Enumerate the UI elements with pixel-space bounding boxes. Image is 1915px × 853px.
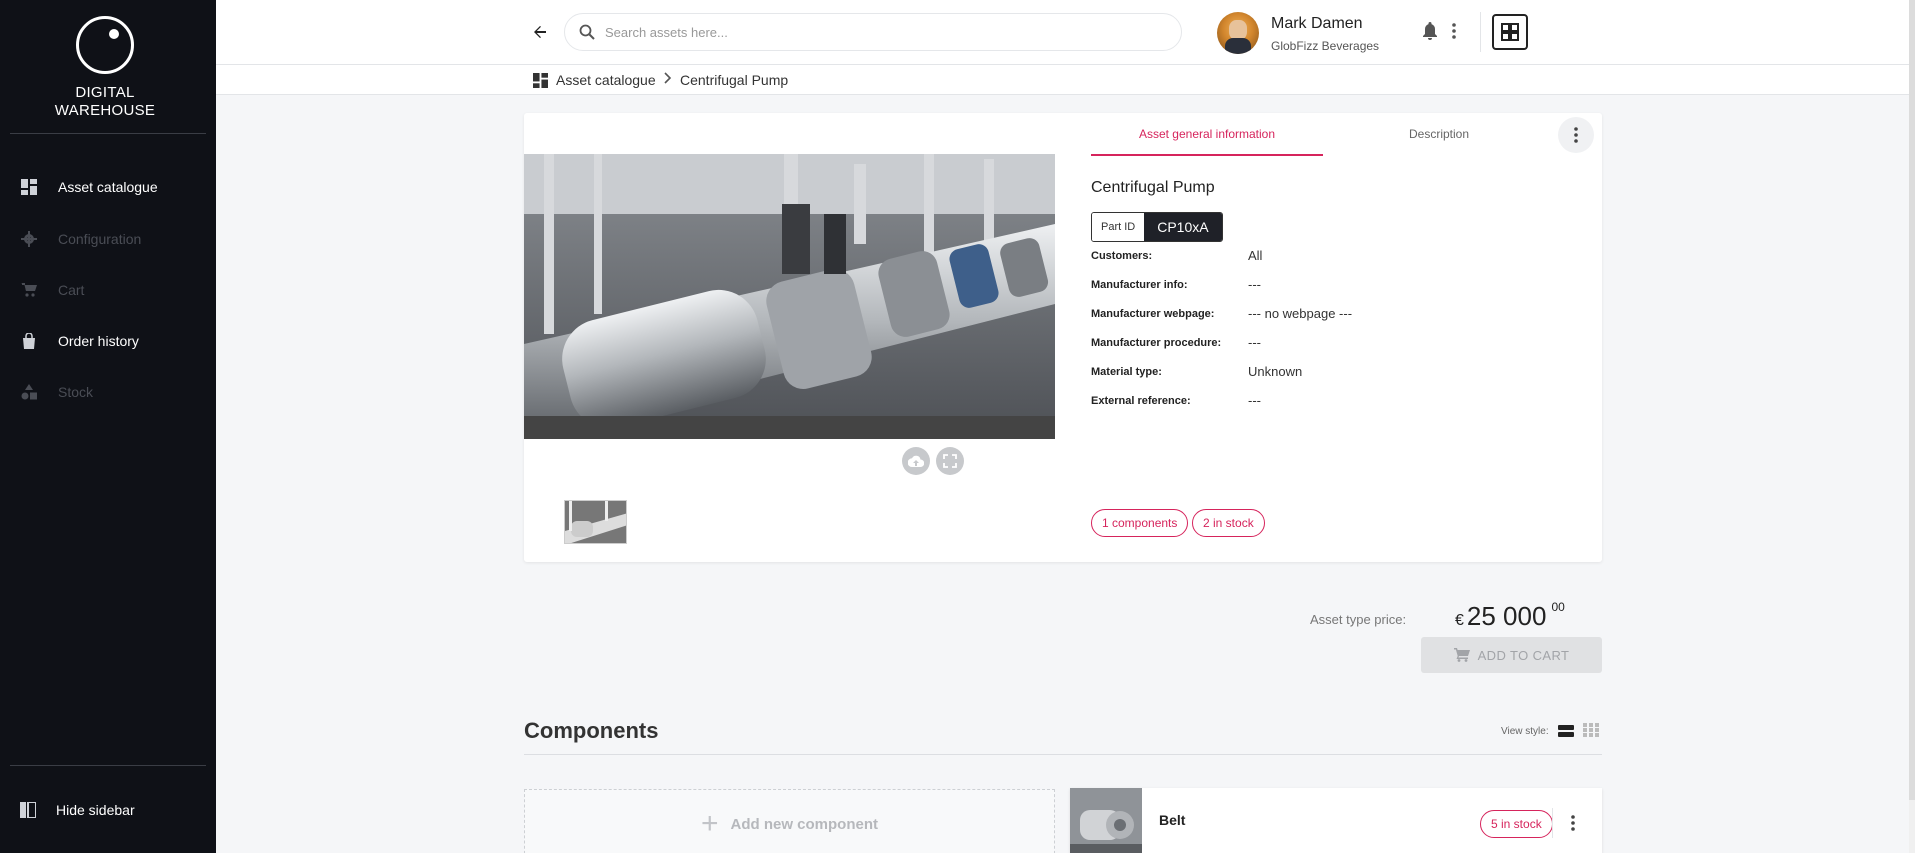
search-icon <box>579 24 595 40</box>
hide-sidebar-button[interactable]: Hide sidebar <box>20 802 135 818</box>
sidebar-divider <box>10 765 206 766</box>
back-button[interactable] <box>528 20 552 44</box>
user-name: Mark Damen <box>1271 15 1363 32</box>
component-card[interactable]: Belt 5 in stock <box>1070 788 1602 853</box>
price-label: Asset type price: <box>1310 612 1407 627</box>
bag-icon <box>20 332 38 350</box>
asset-main-image[interactable] <box>524 154 1055 439</box>
breadcrumb-current: Centrifugal Pump <box>680 72 789 88</box>
component-name: Belt <box>1159 812 1186 828</box>
topbar: Mark Damen GlobFizz Beverages <box>216 0 1915 65</box>
pump-image <box>524 154 1055 439</box>
part-id-badge: Part ID CP10xA <box>1091 212 1223 242</box>
asset-card: Asset general information Description Ce… <box>524 113 1602 562</box>
search-box[interactable] <box>564 13 1182 51</box>
breadcrumb: Asset catalogue Centrifugal Pump <box>216 65 1915 95</box>
price-value: € 25 000 00 <box>1455 600 1565 631</box>
apps-grid-button[interactable] <box>1492 14 1528 50</box>
components-count-pill[interactable]: 1 components <box>1091 509 1189 537</box>
shapes-icon <box>20 383 38 401</box>
upload-image-button[interactable] <box>902 447 930 475</box>
asset-more-button[interactable] <box>1558 117 1594 153</box>
kebab-icon <box>1574 127 1578 143</box>
gear-icon <box>20 230 38 248</box>
scrollbar-thumb[interactable] <box>1909 0 1915 800</box>
view-style-label: View style: <box>1501 726 1549 737</box>
kebab-icon <box>1571 815 1575 831</box>
cart-icon <box>20 281 38 299</box>
add-to-cart-button[interactable]: ADD TO CART <box>1421 637 1602 673</box>
sidebar-item-configuration[interactable]: Configuration <box>20 227 141 251</box>
components-title: Components <box>524 718 659 743</box>
stock-count-pill[interactable]: 2 in stock <box>1192 509 1265 537</box>
logo-text: DIGITAL WAREHOUSE <box>54 84 156 119</box>
sidebar: DIGITAL WAREHOUSE Asset catalogue Config… <box>0 0 216 853</box>
more-menu-button[interactable] <box>1451 22 1457 45</box>
sidebar-divider <box>10 133 206 134</box>
add-component-button[interactable]: + Add new component <box>524 789 1055 853</box>
bell-icon <box>1423 22 1437 40</box>
image-thumbnail[interactable] <box>564 500 627 544</box>
sidebar-item-label: Cart <box>58 282 85 298</box>
view-style-grid-button[interactable] <box>1583 723 1599 742</box>
cloud-upload-icon <box>908 455 924 467</box>
arrow-left-icon <box>534 26 546 38</box>
app-logo[interactable]: DIGITAL WAREHOUSE <box>0 16 210 120</box>
sidebar-item-order-history[interactable]: Order history <box>20 329 139 353</box>
breadcrumb-item-asset-catalogue[interactable]: Asset catalogue <box>533 72 656 88</box>
sidebar-item-asset-catalogue[interactable]: Asset catalogue <box>20 175 158 199</box>
tab-description[interactable]: Description <box>1323 113 1555 156</box>
search-input[interactable] <box>605 24 1145 40</box>
dashboard-icon <box>533 72 548 88</box>
component-more-button[interactable] <box>1570 814 1576 837</box>
topbar-separator <box>1480 12 1481 52</box>
list-view-icon <box>1558 725 1574 737</box>
fullscreen-icon <box>943 454 957 468</box>
asset-tabs: Asset general information Description <box>1091 113 1561 156</box>
logo-mark <box>76 16 134 74</box>
fullscreen-button[interactable] <box>936 447 964 475</box>
component-separator <box>1552 808 1553 838</box>
notifications-button[interactable] <box>1422 22 1438 45</box>
sidebar-item-label: Asset catalogue <box>58 179 158 195</box>
tab-asset-general-information[interactable]: Asset general information <box>1091 113 1323 156</box>
kebab-icon <box>1452 23 1456 39</box>
grid-view-icon <box>1583 723 1599 737</box>
grid-icon <box>1501 23 1519 41</box>
sidebar-toggle-icon <box>20 802 36 818</box>
asset-title: Centrifugal Pump <box>1091 179 1215 196</box>
scrollbar[interactable] <box>1909 0 1915 853</box>
sidebar-item-stock[interactable]: Stock <box>20 380 93 404</box>
sidebar-item-label: Stock <box>58 384 94 400</box>
sidebar-item-label: Configuration <box>58 231 142 247</box>
sidebar-item-cart[interactable]: Cart <box>20 278 84 302</box>
cart-icon <box>1453 648 1470 662</box>
hide-sidebar-label: Hide sidebar <box>56 802 135 818</box>
user-organization: GlobFizz Beverages <box>1271 39 1380 53</box>
view-style-list-button[interactable] <box>1558 724 1574 742</box>
avatar[interactable] <box>1217 12 1259 54</box>
components-divider <box>524 754 1602 755</box>
part-id-value: CP10xA <box>1144 213 1222 241</box>
dashboard-icon <box>20 178 38 196</box>
plus-icon: + <box>700 807 719 840</box>
sidebar-item-label: Order history <box>58 333 139 349</box>
part-id-label: Part ID <box>1092 213 1145 241</box>
component-stock-pill[interactable]: 5 in stock <box>1480 810 1553 838</box>
chevron-right-icon <box>663 72 673 84</box>
component-image <box>1070 788 1142 853</box>
